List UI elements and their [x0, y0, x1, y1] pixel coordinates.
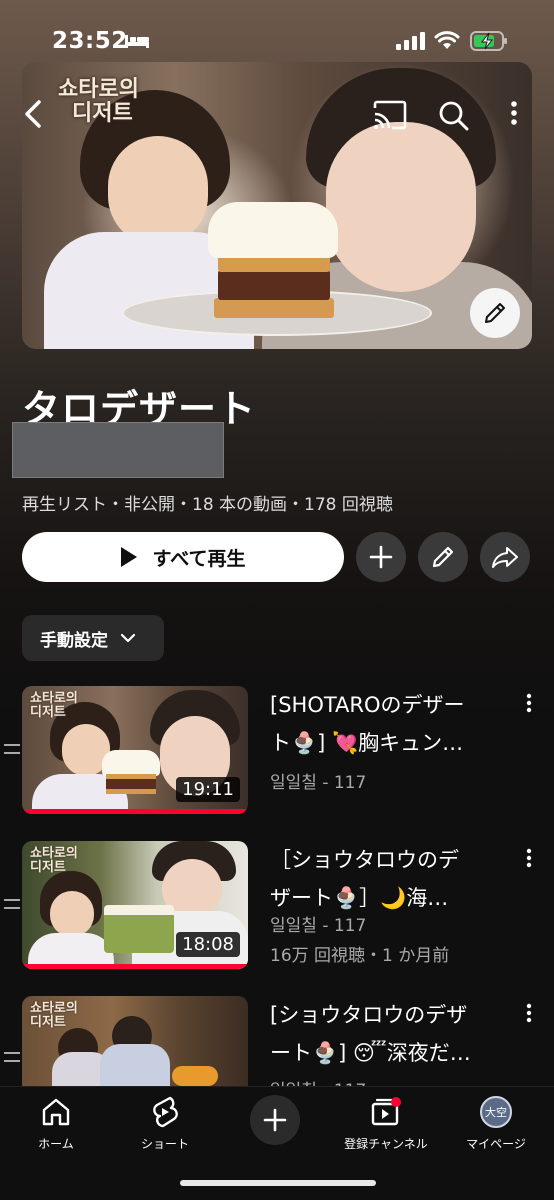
- video-channel: 일일칠 - 117: [270, 1076, 366, 1086]
- show-logo: 쇼타로의 디저트: [58, 77, 139, 126]
- play-icon: [120, 547, 137, 567]
- avatar: 大空: [480, 1096, 512, 1128]
- video-title[interactable]: [ショウタロウのデザ ート🍨] 😴深夜だ…: [270, 996, 515, 1072]
- sleep-mode-icon: [125, 35, 149, 48]
- plus-icon: [263, 1108, 287, 1132]
- cellular-signal-icon: [396, 32, 425, 50]
- playlist-video-item[interactable]: 쇼타로의 디저트 [ショウタロウのデザ ート🍨] 😴深夜だ… 일일칠 - 117: [0, 996, 554, 1086]
- video-channel: 일일칠 - 117: [270, 773, 367, 793]
- search-icon[interactable]: [438, 100, 470, 132]
- share-button[interactable]: [480, 532, 530, 582]
- chevron-down-icon: [120, 633, 136, 643]
- sort-dropdown[interactable]: 手動設定: [22, 615, 164, 661]
- status-time: 23:52: [52, 28, 128, 54]
- video-duration: 18:08: [176, 932, 240, 957]
- drag-handle-icon[interactable]: [4, 1052, 20, 1062]
- cast-icon[interactable]: [372, 100, 408, 130]
- video-duration: 19:11: [176, 777, 240, 802]
- more-options-icon[interactable]: [522, 1002, 536, 1024]
- status-bar: 23:52: [0, 0, 554, 62]
- share-arrow-icon: [492, 547, 518, 568]
- drag-handle-icon[interactable]: [4, 744, 20, 754]
- battery-charging-icon: [470, 31, 507, 51]
- playlist-hero-image: 쇼타로의 디저트: [22, 62, 532, 349]
- plus-icon: [369, 545, 393, 569]
- back-arrow-icon[interactable]: [22, 96, 50, 132]
- pencil-icon: [485, 303, 505, 323]
- play-all-label: すべて再生: [152, 547, 246, 570]
- edit-playlist-button[interactable]: [418, 532, 468, 582]
- more-options-icon[interactable]: [508, 98, 520, 128]
- video-channel: 일일칠 - 117: [270, 916, 367, 936]
- more-options-icon[interactable]: [522, 847, 536, 869]
- add-video-button[interactable]: [356, 532, 406, 582]
- drag-handle-icon[interactable]: [4, 899, 20, 909]
- video-title[interactable]: [SHOTAROのデザー ト🍨] 💘胸キュン…: [270, 686, 515, 762]
- thumbnail-logo: 쇼타로의 디저트: [30, 691, 78, 720]
- playlist-video-item[interactable]: 쇼타로의 디저트 18:08 ［ショウタロウのデ ザート🍨］🌙海… 일일칠 - …: [0, 841, 554, 981]
- video-stats: 16万 回視聴・1 か月前: [270, 946, 450, 966]
- nav-shorts[interactable]: ショート: [115, 1093, 215, 1152]
- subscriptions-icon: [371, 1097, 401, 1126]
- home-icon: [42, 1098, 70, 1126]
- more-options-icon[interactable]: [522, 692, 536, 714]
- home-indicator: [180, 1180, 376, 1186]
- play-all-button[interactable]: すべて再生: [22, 532, 344, 582]
- pencil-icon: [432, 546, 454, 568]
- owner-name-redacted: [12, 422, 224, 478]
- watch-progress-bar: [22, 964, 248, 969]
- nav-home[interactable]: ホーム: [6, 1093, 106, 1152]
- playlist-video-item[interactable]: 쇼타로의 디저트 19:11 [SHOTAROのデザー ト🍨] 💘胸キュン… 일…: [0, 686, 554, 826]
- nav-you[interactable]: 大空 マイページ: [446, 1093, 546, 1152]
- nav-subscriptions[interactable]: 登録チャンネル: [336, 1093, 436, 1152]
- sort-label: 手動設定: [40, 630, 108, 651]
- thumbnail-logo: 쇼타로의 디저트: [30, 846, 78, 875]
- video-thumbnail[interactable]: 쇼타로의 디저트 19:11: [22, 686, 248, 814]
- wifi-icon: [434, 31, 460, 49]
- video-thumbnail[interactable]: 쇼타로의 디저트: [22, 996, 248, 1086]
- video-thumbnail[interactable]: 쇼타로의 디저트 18:08: [22, 841, 248, 969]
- watch-progress-bar: [22, 809, 248, 814]
- playlist-meta: 再生リスト・非公開・18 本の動画・178 回視聴: [22, 495, 393, 515]
- edit-thumbnail-button[interactable]: [470, 288, 520, 338]
- video-title[interactable]: ［ショウタロウのデ ザート🍨］🌙海…: [270, 841, 515, 917]
- create-button[interactable]: [250, 1095, 300, 1145]
- shorts-icon: [153, 1096, 178, 1128]
- thumbnail-logo: 쇼타로의 디저트: [30, 1001, 78, 1030]
